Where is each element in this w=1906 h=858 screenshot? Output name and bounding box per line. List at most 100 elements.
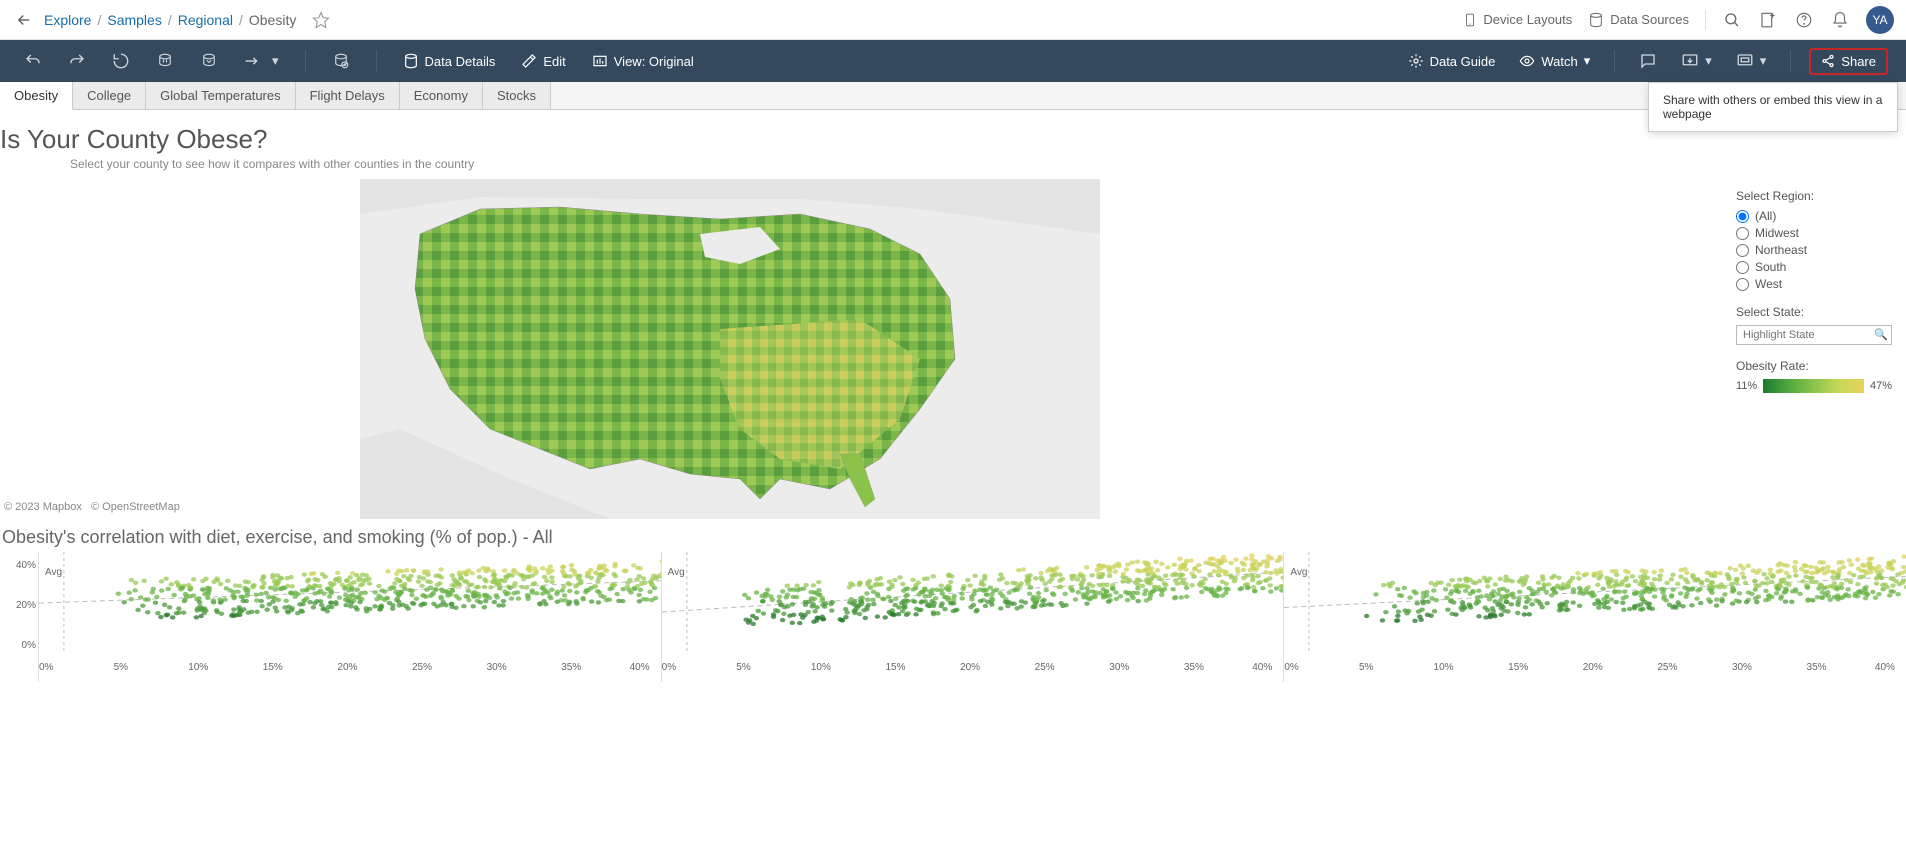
viz-subtitle: Select your county to see how it compare… [0,157,1906,179]
map-section: © 2023 Mapbox © OpenStreetMap Select Reg… [0,179,1906,519]
state-filter: Select State: 🔍 [1736,305,1892,345]
comments-icon[interactable] [1633,48,1663,74]
undo-button[interactable] [18,48,48,74]
x-tick: 30% [1109,662,1129,673]
custom-views-button[interactable] [326,48,356,74]
x-tick: 30% [487,662,507,673]
x-tick: 35% [1184,662,1204,673]
region-radio-input[interactable] [1736,278,1749,291]
divider [1614,50,1615,72]
redo-button[interactable] [62,48,92,74]
tab-economy[interactable]: Economy [400,82,483,109]
x-tick: 35% [561,662,581,673]
edit-button[interactable]: Edit [515,49,571,73]
x-tick: 10% [188,662,208,673]
region-filter: Select Region: (All) Midwest Northeast S… [1736,189,1892,291]
obesity-legend-label: Obesity Rate: [1736,359,1892,373]
x-tick: 5% [1359,662,1373,673]
tab-college[interactable]: College [73,82,146,109]
refresh-pause-button[interactable] [150,48,180,74]
map-attribution: © 2023 Mapbox © OpenStreetMap [4,501,180,513]
back-arrow-button[interactable] [12,8,36,32]
map-area[interactable]: © 2023 Mapbox © OpenStreetMap [0,179,1736,519]
watch-label: Watch [1541,54,1577,69]
region-radio-west[interactable]: West [1736,277,1892,291]
tab-stocks[interactable]: Stocks [483,82,551,109]
region-radio-input[interactable] [1736,210,1749,223]
scatter-row: 40% 20% 0% Avg 0% 5% 10% 15% 20% 25% 30%… [0,552,1906,682]
region-radio-input[interactable] [1736,244,1749,257]
region-radio-input[interactable] [1736,261,1749,274]
data-guide-button[interactable]: Data Guide [1402,49,1502,73]
y-tick: 0% [22,640,36,651]
x-tick: 10% [1434,662,1454,673]
region-radio-northeast[interactable]: Northeast [1736,243,1892,257]
worksheet-tabs: Obesity College Global Temperatures Flig… [0,82,1906,110]
divider [1705,10,1706,30]
favorite-star-icon[interactable] [312,11,330,29]
watch-dropdown[interactable]: Watch ▾ [1513,49,1596,73]
region-radio-label: Midwest [1755,226,1799,240]
y-tick: 20% [16,600,36,611]
data-details-button[interactable]: Data Details [397,49,502,73]
device-layouts-label: Device Layouts [1483,12,1572,27]
tab-flight-delays[interactable]: Flight Delays [296,82,400,109]
tab-obesity[interactable]: Obesity [0,82,73,110]
breadcrumb-sep: / [97,12,101,28]
help-icon[interactable] [1794,10,1814,30]
region-radio-input[interactable] [1736,227,1749,240]
download-dropdown-icon[interactable]: ▾ [1675,48,1718,74]
scatter-plot-1[interactable] [39,552,661,652]
tab-global-temperatures[interactable]: Global Temperatures [146,82,295,109]
scatter-panel-exercise[interactable]: Avg 0% 5% 10% 15% 20% 25% 30% 35% 40% [661,552,1284,682]
share-tooltip: Share with others or embed this view in … [1648,82,1898,132]
scatter-x-axis: 0% 5% 10% 15% 20% 25% 30% 35% 40% [662,662,1284,682]
x-tick: 20% [1583,662,1603,673]
x-tick: 5% [736,662,750,673]
us-choropleth-map[interactable] [360,179,1100,519]
state-highlight-input[interactable] [1736,325,1892,345]
scatter-plot-3[interactable] [1284,552,1906,652]
new-item-icon[interactable] [1758,10,1778,30]
view-original-button[interactable]: View: Original [586,49,700,73]
breadcrumb-samples[interactable]: Samples [107,12,161,28]
divider [305,50,306,72]
breadcrumb-current: Obesity [249,12,296,28]
breadcrumb-explore[interactable]: Explore [44,12,91,28]
x-tick: 40% [1252,662,1272,673]
share-button[interactable]: Share [1809,48,1888,75]
x-tick: 20% [960,662,980,673]
x-tick: 25% [412,662,432,673]
search-icon[interactable]: 🔍 [1874,328,1888,341]
mapbox-credit: © 2023 Mapbox [4,501,82,513]
x-tick: 15% [885,662,905,673]
view-back-dropdown[interactable]: ▾ [238,49,285,73]
fullscreen-dropdown-icon[interactable]: ▾ [1730,48,1773,74]
viz-title: Is Your County Obese? [0,110,1906,157]
x-tick: 35% [1807,662,1827,673]
revert-button[interactable] [106,48,136,74]
topbar-left: Explore / Samples / Regional / Obesity [12,8,1463,32]
scatter-plot-2[interactable] [662,552,1284,652]
region-filter-label: Select Region: [1736,189,1892,203]
legend-max: 47% [1870,380,1892,392]
search-icon[interactable] [1722,10,1742,30]
notifications-bell-icon[interactable] [1830,10,1850,30]
user-avatar[interactable]: YA [1866,6,1894,34]
x-tick: 5% [114,662,128,673]
refresh-button[interactable] [194,48,224,74]
x-tick: 15% [1508,662,1528,673]
region-radio-south[interactable]: South [1736,260,1892,274]
region-radio-midwest[interactable]: Midwest [1736,226,1892,240]
view-label: View: Original [614,54,694,69]
data-sources-button[interactable]: Data Sources [1588,12,1689,28]
topbar-right: Device Layouts Data Sources YA [1463,6,1894,34]
device-layouts-button[interactable]: Device Layouts [1463,11,1572,29]
edit-label: Edit [543,54,565,69]
x-tick: 0% [39,662,53,673]
scatter-panel-diet[interactable]: Avg 0% 5% 10% 15% 20% 25% 30% 35% 40% [38,552,661,682]
region-radio-all[interactable]: (All) [1736,209,1892,223]
x-tick: 10% [811,662,831,673]
scatter-panel-smoking[interactable]: Avg 0% 5% 10% 15% 20% 25% 30% 35% 40% [1283,552,1906,682]
breadcrumb-regional[interactable]: Regional [178,12,233,28]
